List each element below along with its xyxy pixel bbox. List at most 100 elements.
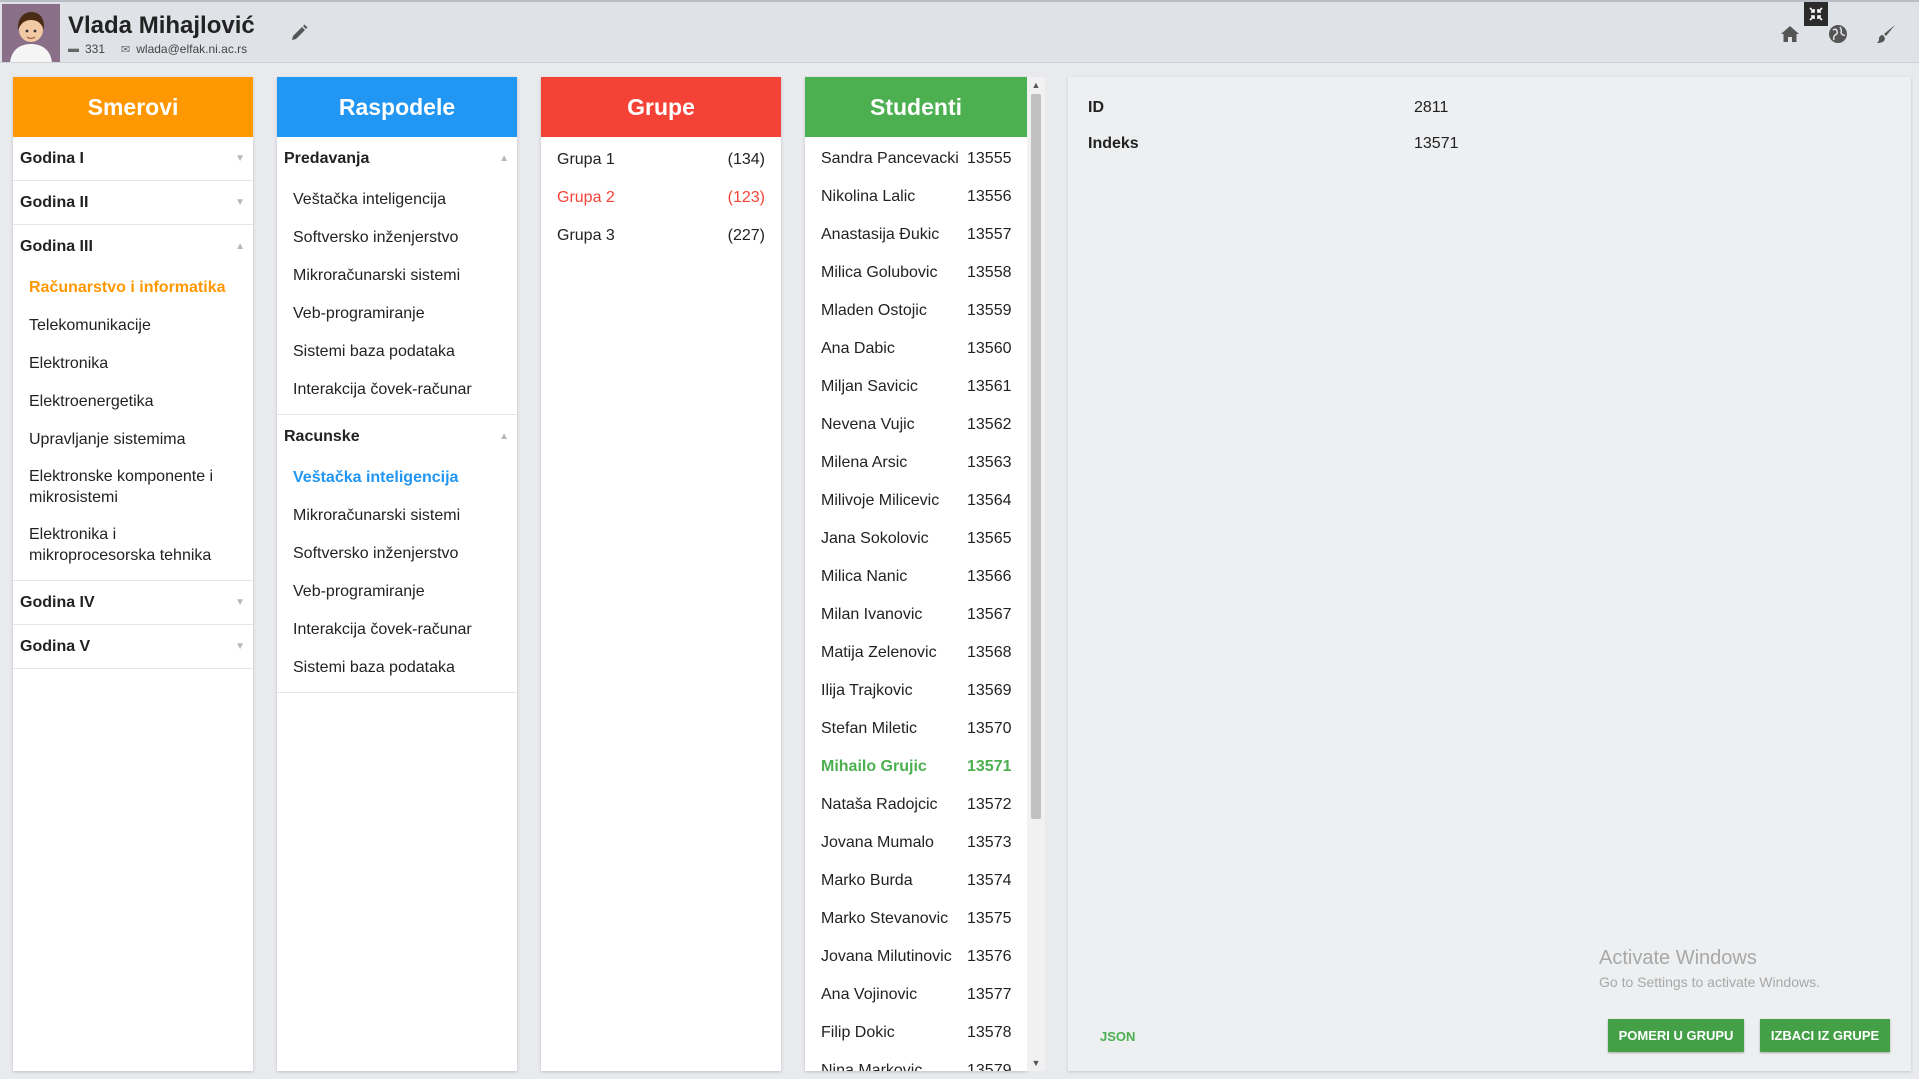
student-name: Nataša Radojcic [821, 796, 938, 813]
student-row[interactable]: Ilija Trajkovic 13569 [805, 672, 1027, 710]
predmet-item[interactable]: Mikroračunarski sistemi [277, 256, 517, 294]
predmet-item[interactable]: Mikroračunarski sistemi [277, 496, 517, 534]
group-item[interactable]: Grupa 2 (123) [541, 179, 781, 217]
predmet-item[interactable]: Interakcija čovek-računar [277, 610, 517, 648]
predmet-item[interactable]: Veštačka inteligencija [277, 180, 517, 218]
student-name: Milica Nanic [821, 568, 908, 585]
student-row[interactable]: Nina Markovic 13579 [805, 1052, 1027, 1071]
student-row[interactable]: Marko Burda 13574 [805, 862, 1027, 900]
student-row[interactable]: Nevena Vujic 13562 [805, 406, 1027, 444]
grupe-title: Grupe [541, 77, 781, 137]
predmet-item[interactable]: Veb-programiranje [277, 572, 517, 610]
scrollbar-thumb[interactable] [1031, 94, 1041, 819]
group-item[interactable]: Grupa 3 (227) [541, 217, 781, 255]
edit-profile-button[interactable] [288, 22, 310, 44]
predmet-item[interactable]: Veštačka inteligencija [277, 458, 517, 496]
year-header[interactable]: Godina III ▲ [13, 225, 253, 268]
student-row[interactable]: Marko Stevanovic 13575 [805, 900, 1027, 938]
chevron-down-icon: ▼ [235, 597, 245, 608]
smer-item[interactable]: Telekomunikacije [13, 306, 253, 344]
student-index: 13568 [967, 644, 1012, 661]
student-index: 13555 [967, 150, 1012, 167]
windows-activation-watermark: Activate Windows Go to Settings to activ… [1599, 947, 1820, 990]
year-header[interactable]: Godina IV ▼ [13, 581, 253, 624]
predmet-item[interactable]: Veb-programiranje [277, 294, 517, 332]
scroll-down-arrow-icon[interactable]: ▼ [1027, 1055, 1045, 1071]
predmet-item[interactable]: Sistemi baza podataka [277, 648, 517, 686]
studenti-panel: Studenti Sandra Pancevacki 13555 Nikolina … [805, 77, 1027, 1071]
student-row[interactable]: Matija Zelenovic 13568 [805, 634, 1027, 672]
year-section: Godina V ▼ [13, 625, 253, 669]
home-button[interactable] [1778, 22, 1802, 46]
student-index: 13565 [967, 530, 1012, 547]
student-row[interactable]: Jana Sokolovic 13565 [805, 520, 1027, 558]
student-row[interactable]: Milena Arsic 13563 [805, 444, 1027, 482]
raspodela-header[interactable]: Racunske ▲ [277, 415, 517, 458]
student-row[interactable]: Nataša Radojcic 13572 [805, 786, 1027, 824]
smerovi-panel: Smerovi Godina I ▼ Godina II ▼ Godina III ▲ Ra… [13, 77, 253, 1071]
fullscreen-exit-icon [1809, 7, 1823, 21]
raspodela-label: Predavanja [284, 149, 370, 167]
student-name: Sandra Pancevacki [821, 150, 959, 167]
student-row[interactable]: Filip Dokic 13578 [805, 1014, 1027, 1052]
predmet-item[interactable]: Softversko inženjerstvo [277, 218, 517, 256]
user-room: 331 [85, 42, 106, 56]
student-row[interactable]: Milan Ivanovic 13567 [805, 596, 1027, 634]
smer-item[interactable]: Elektronika i mikroprocesorska tehnika [13, 516, 253, 574]
student-row[interactable]: Ana Vojinovic 13577 [805, 976, 1027, 1014]
group-name: Grupa 2 [557, 189, 615, 206]
predmet-item[interactable]: Interakcija čovek-računar [277, 370, 517, 408]
smerovi-list: Godina I ▼ Godina II ▼ Godina III ▲ Računarstv… [13, 137, 253, 669]
student-index: 13573 [967, 834, 1012, 851]
avatar[interactable] [2, 4, 60, 62]
student-name: Milica Golubovic [821, 264, 938, 281]
student-row[interactable]: Milica Nanic 13566 [805, 558, 1027, 596]
raspodela-header[interactable]: Predavanja ▲ [277, 137, 517, 180]
student-row[interactable]: Sandra Pancevacki 13555 [805, 140, 1027, 178]
language-button[interactable] [1826, 22, 1850, 46]
detail-key: ID [1088, 99, 1104, 116]
student-row[interactable]: Jovana Mumalo 13573 [805, 824, 1027, 862]
theme-button[interactable] [1874, 22, 1898, 46]
predmet-item[interactable]: Softversko inženjerstvo [277, 534, 517, 572]
student-row[interactable]: Milica Golubovic 13558 [805, 254, 1027, 292]
year-section: Godina IV ▼ [13, 581, 253, 625]
group-name: Grupa 1 [557, 151, 615, 168]
smer-item[interactable]: Elektronika [13, 344, 253, 382]
remove-from-group-button[interactable]: IZBACI IZ GRUPE [1760, 1019, 1890, 1052]
student-name: Jana Sokolovic [821, 530, 929, 547]
smer-item[interactable]: Elektroenergetika [13, 382, 253, 420]
year-header[interactable]: Godina II ▼ [13, 181, 253, 224]
student-row[interactable]: Stefan Miletic 13570 [805, 710, 1027, 748]
json-link[interactable]: JSON [1100, 1029, 1135, 1044]
student-name: Jovana Mumalo [821, 834, 934, 851]
raspodela-label: Racunske [284, 427, 360, 445]
year-header[interactable]: Godina V ▼ [13, 625, 253, 668]
student-row[interactable]: Miljan Savicic 13561 [805, 368, 1027, 406]
group-count: (227) [727, 227, 765, 244]
student-row[interactable]: Mihailo Grujic 13571 [805, 748, 1027, 786]
student-row[interactable]: Mladen Ostojic 13559 [805, 292, 1027, 330]
group-item[interactable]: Grupa 1 (134) [541, 141, 781, 179]
detail-row-id: ID 2811 [1088, 99, 1448, 117]
student-name: Ilija Trajkovic [821, 682, 913, 699]
exit-fullscreen-button[interactable] [1804, 2, 1828, 26]
year-header[interactable]: Godina I ▼ [13, 137, 253, 180]
smer-item[interactable]: Upravljanje sistemima [13, 420, 253, 458]
smer-item[interactable]: Elektronske komponente i mikrosistemi [13, 458, 253, 516]
student-row[interactable]: Nikolina Lalic 13556 [805, 178, 1027, 216]
student-row[interactable]: Anastasija Đukic 13557 [805, 216, 1027, 254]
student-index: 13575 [967, 910, 1012, 927]
student-index: 13578 [967, 1024, 1012, 1041]
grupe-panel: Grupe Grupa 1 (134) Grupa 2 (123) Grupa 3 (22… [541, 77, 781, 1071]
student-name: Stefan Miletic [821, 720, 918, 737]
scroll-up-arrow-icon[interactable]: ▲ [1027, 77, 1045, 93]
smer-item[interactable]: Računarstvo i informatika [13, 268, 253, 306]
studenti-scrollbar[interactable]: ▲ ▼ [1027, 77, 1045, 1071]
detail-row-indeks: Indeks 13571 [1088, 135, 1459, 153]
student-row[interactable]: Jovana Milutinovic 13576 [805, 938, 1027, 976]
student-row[interactable]: Ana Dabic 13560 [805, 330, 1027, 368]
predmet-item[interactable]: Sistemi baza podataka [277, 332, 517, 370]
move-to-group-button[interactable]: POMERI U GRUPU [1608, 1019, 1744, 1052]
student-row[interactable]: Milivoje Milicevic 13564 [805, 482, 1027, 520]
